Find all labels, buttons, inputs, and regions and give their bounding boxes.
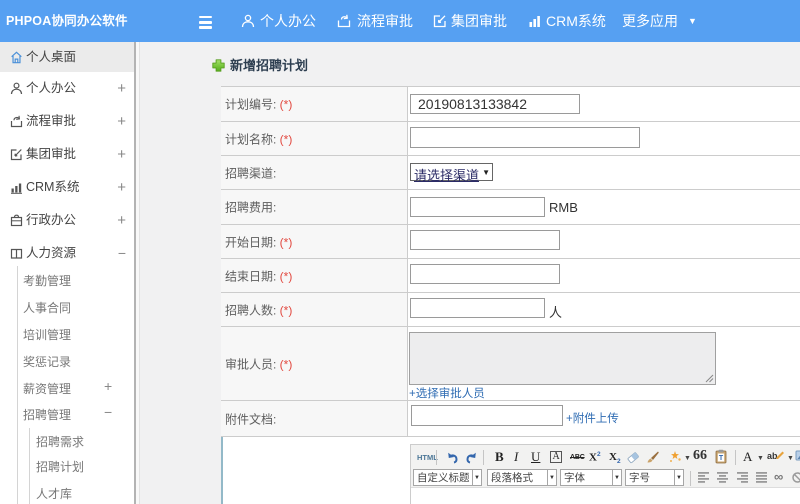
svg-text:T: T bbox=[719, 455, 724, 462]
